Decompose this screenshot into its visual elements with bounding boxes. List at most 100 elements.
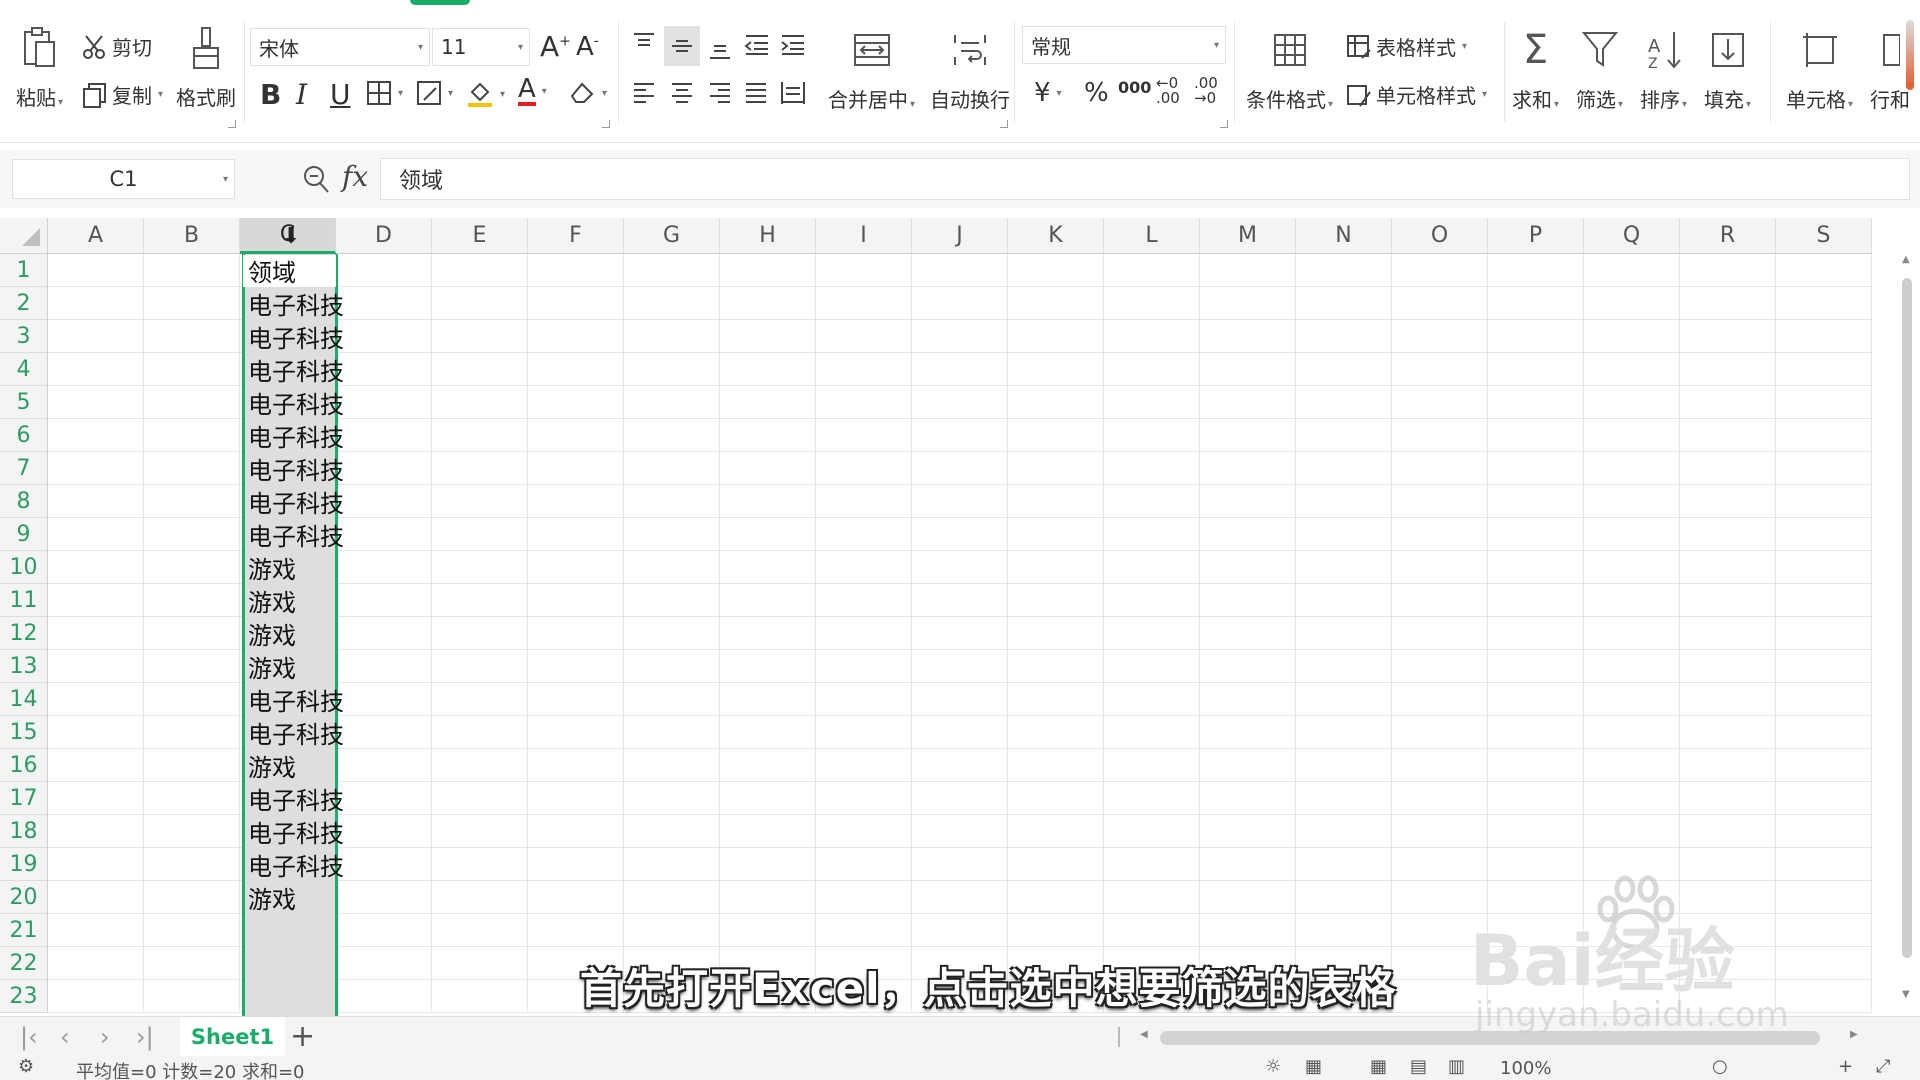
column-header-s[interactable]: S [1776, 218, 1872, 254]
column-header-f[interactable]: F [528, 218, 624, 254]
scroll-down-icon[interactable]: ▼ [1902, 989, 1910, 1000]
column-header-i[interactable]: I [816, 218, 912, 254]
normal-view-icon[interactable]: ▦ [1370, 1056, 1387, 1077]
cell-c2[interactable]: 电子科技 [246, 287, 344, 320]
alignment-dialog-launcher[interactable] [1000, 120, 1008, 128]
row-header-4[interactable]: 4 [0, 353, 48, 386]
row-header-20[interactable]: 20 [0, 881, 48, 914]
cell-c12[interactable]: 游戏 [246, 617, 296, 650]
row-header-12[interactable]: 12 [0, 617, 48, 650]
column-header-b[interactable]: B [144, 218, 240, 254]
copy-button[interactable]: 复制 ▾ [82, 80, 163, 109]
row-header-1[interactable]: 1 [0, 254, 48, 287]
sum-button[interactable]: Σ 求和 ▾ [1512, 27, 1559, 113]
cell-c10[interactable]: 游戏 [246, 551, 296, 584]
cell-c15[interactable]: 电子科技 [246, 716, 344, 749]
cell-c13[interactable]: 游戏 [246, 650, 296, 683]
cell-c19[interactable]: 电子科技 [246, 848, 344, 881]
column-header-a[interactable]: A [48, 218, 144, 254]
cell-c9[interactable]: 电子科技 [246, 518, 344, 551]
sheet-tab-sheet1[interactable]: Sheet1 [180, 1017, 285, 1057]
clear-button[interactable]: ▾ [568, 80, 607, 106]
reading-view-icon[interactable]: ▥ [1448, 1056, 1465, 1077]
cell-c6[interactable]: 电子科技 [246, 419, 344, 452]
align-middle-button[interactable] [664, 26, 700, 66]
fill-color-button[interactable]: ▾ [466, 80, 505, 108]
column-header-j[interactable]: J [912, 218, 1008, 254]
cell-c20[interactable]: 游戏 [246, 881, 296, 914]
cell-c8[interactable]: 电子科技 [246, 485, 344, 518]
row-header-8[interactable]: 8 [0, 485, 48, 518]
zoom-level[interactable]: 100% [1500, 1058, 1551, 1079]
prev-sheet-icon[interactable]: ‹ [60, 1023, 70, 1051]
number-dialog-launcher[interactable] [1220, 120, 1228, 128]
wrap-text-button[interactable]: 自动换行 [930, 28, 1010, 113]
cut-button[interactable]: 剪切 [82, 32, 152, 61]
borders-button[interactable]: ▾ [366, 80, 403, 106]
scroll-up-icon[interactable]: ▲ [1902, 254, 1910, 265]
next-sheet-icon[interactable]: › [100, 1023, 110, 1051]
row-header-14[interactable]: 14 [0, 683, 48, 716]
cell-c1[interactable]: 领域 [246, 254, 296, 287]
cell-c14[interactable]: 电子科技 [246, 683, 344, 716]
cell-c3[interactable]: 电子科技 [246, 320, 344, 353]
row-header-2[interactable]: 2 [0, 287, 48, 320]
paste-button[interactable]: 粘贴 ▾ [16, 26, 63, 111]
grid-view-icon[interactable]: ▦ [1305, 1056, 1322, 1077]
page-view-icon[interactable]: ▤ [1410, 1056, 1427, 1077]
column-header-e[interactable]: E [432, 218, 528, 254]
vertical-scrollbar[interactable]: ▲ ▼ [1900, 254, 1914, 1004]
select-all-corner[interactable] [0, 218, 48, 254]
align-top-button[interactable] [632, 32, 656, 54]
font-size-select[interactable]: 11 ▾ [432, 28, 530, 66]
cell-c17[interactable]: 电子科技 [246, 782, 344, 815]
cell-style-button[interactable]: 单元格样式 ▾ [1346, 80, 1487, 109]
row-header-15[interactable]: 15 [0, 716, 48, 749]
zoom-formula-icon[interactable] [302, 164, 330, 198]
fullscreen-icon[interactable]: ⤢ [1876, 1056, 1890, 1077]
format-painter-button[interactable]: 格式刷 [176, 26, 236, 111]
clipboard-dialog-launcher[interactable] [228, 120, 236, 128]
row-header-11[interactable]: 11 [0, 584, 48, 617]
row-header-3[interactable]: 3 [0, 320, 48, 353]
align-right-button[interactable] [708, 82, 732, 104]
zoom-slider-icon[interactable]: ○ [1712, 1056, 1728, 1077]
tab-split-handle[interactable] [1118, 1027, 1120, 1047]
font-dialog-launcher[interactable] [602, 120, 610, 128]
table-style-button[interactable]: 表格样式 ▾ [1346, 32, 1467, 61]
sort-button[interactable]: AZ 排序 ▾ [1640, 28, 1687, 113]
currency-button[interactable]: ¥ ▾ [1034, 78, 1062, 108]
row-header-23[interactable]: 23 [0, 980, 48, 1013]
conditional-format-button[interactable]: 条件格式 ▾ [1246, 28, 1333, 113]
column-header-g[interactable]: G [624, 218, 720, 254]
align-bottom-button[interactable] [708, 38, 732, 60]
eye-protect-icon[interactable]: ☼ [1265, 1056, 1281, 1077]
row-header-18[interactable]: 18 [0, 815, 48, 848]
scroll-left-icon[interactable]: ◀ [1140, 1029, 1148, 1040]
cell-border-style-button[interactable]: ▾ [416, 80, 453, 106]
increase-font-button[interactable]: A+ [540, 30, 571, 63]
decrease-font-button[interactable]: A- [576, 32, 599, 62]
row-header-5[interactable]: 5 [0, 386, 48, 419]
filter-button[interactable]: 筛选 ▾ [1576, 28, 1623, 113]
fx-button[interactable]: fx [342, 160, 368, 193]
row-header-7[interactable]: 7 [0, 452, 48, 485]
column-header-r[interactable]: R [1680, 218, 1776, 254]
vertical-scroll-thumb[interactable] [1902, 278, 1912, 958]
column-header-n[interactable]: N [1296, 218, 1392, 254]
merge-center-button[interactable]: 合并居中 ▾ [828, 28, 915, 113]
increase-indent-button[interactable] [780, 34, 806, 56]
percent-button[interactable]: % [1084, 78, 1109, 108]
row-header-9[interactable]: 9 [0, 518, 48, 551]
column-header-m[interactable]: M [1200, 218, 1296, 254]
cell-c11[interactable]: 游戏 [246, 584, 296, 617]
italic-button[interactable]: I [296, 78, 307, 111]
row-header-6[interactable]: 6 [0, 419, 48, 452]
distributed-button[interactable] [780, 80, 806, 106]
cell-c18[interactable]: 电子科技 [246, 815, 344, 848]
add-sheet-button[interactable]: + [290, 1019, 315, 1054]
increase-decimal-button[interactable]: ←0.00 [1156, 76, 1180, 106]
column-header-q[interactable]: Q [1584, 218, 1680, 254]
row-header-22[interactable]: 22 [0, 947, 48, 980]
column-header-d[interactable]: D [336, 218, 432, 254]
